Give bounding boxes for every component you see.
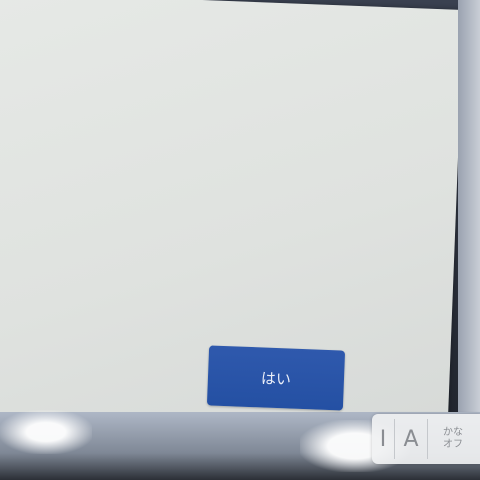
text-cursor-icon[interactable]: I <box>372 419 395 459</box>
yes-button[interactable]: はい <box>206 345 346 411</box>
kana-label: かな <box>443 427 463 438</box>
screen-edge <box>458 0 480 420</box>
kana-off-button[interactable]: かな オフ <box>428 419 478 459</box>
alphanumeric-mode-button[interactable]: A <box>395 419 428 459</box>
ime-toolbar: I A かな オフ <box>372 414 480 464</box>
off-label: オフ <box>443 439 463 450</box>
light-glare <box>0 410 92 454</box>
